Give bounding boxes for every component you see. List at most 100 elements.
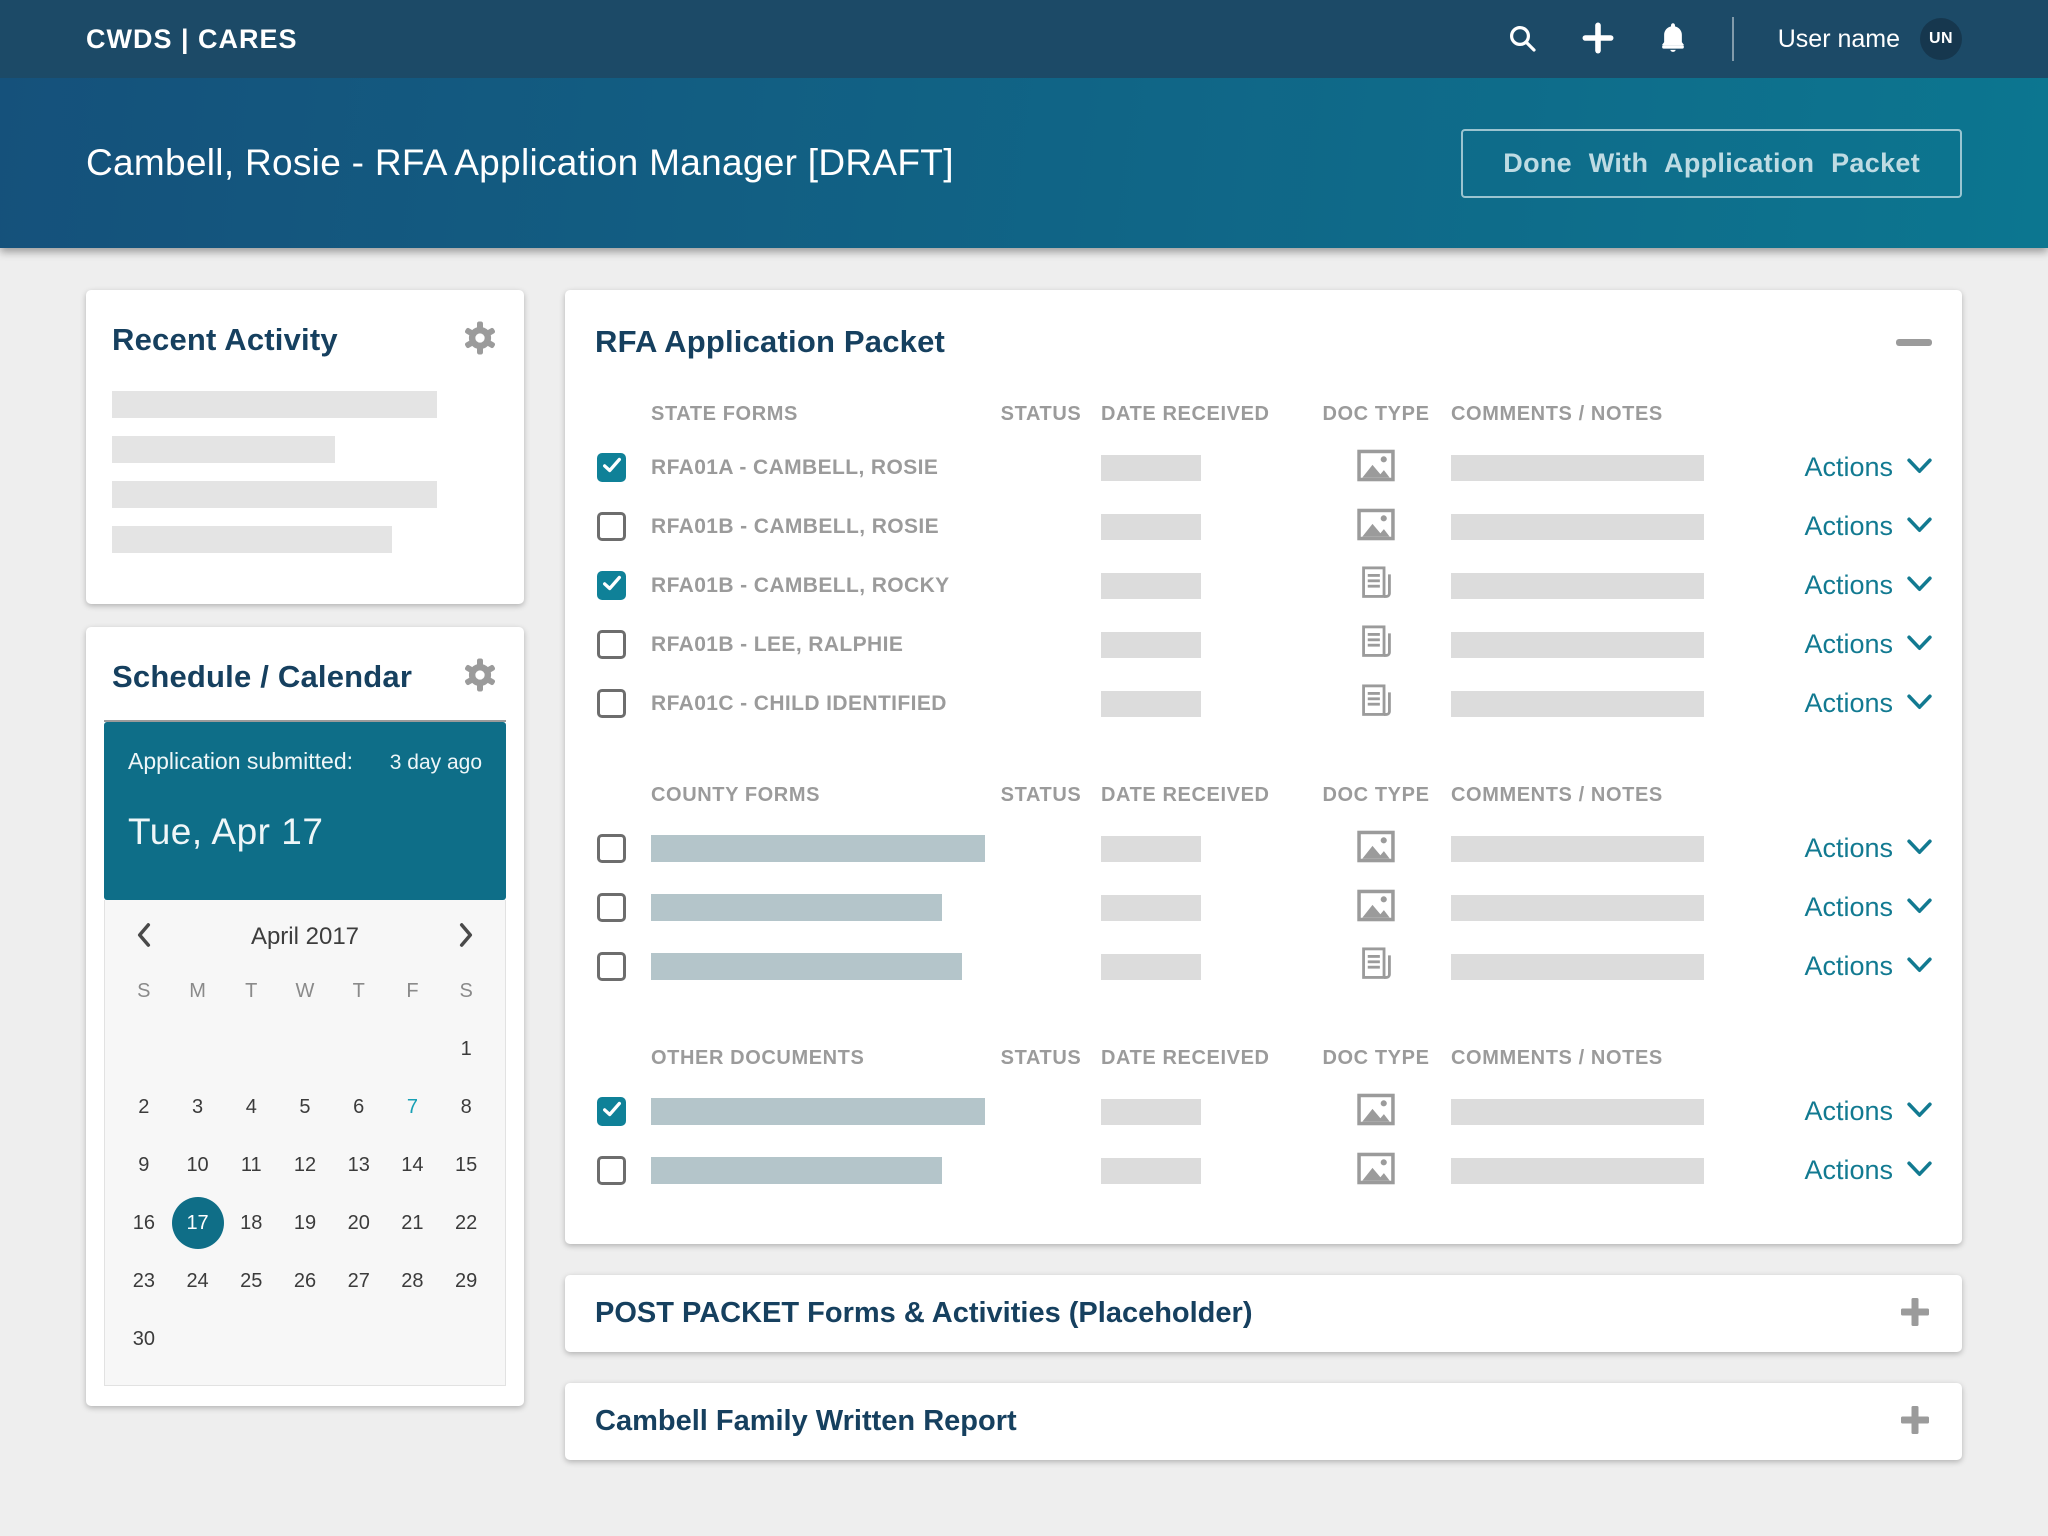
calendar-day[interactable]: 14	[386, 1139, 440, 1191]
calendar-day[interactable]: 13	[332, 1139, 386, 1191]
chevron-down-icon	[1907, 1161, 1932, 1180]
row-checkbox[interactable]	[597, 689, 626, 718]
calendar-day[interactable]: 1	[439, 1023, 493, 1075]
recent-activity-card: Recent Activity	[86, 290, 524, 604]
column-header-status: STATUS	[1000, 402, 1082, 425]
packet-section-header: STATE FORMS STATUS DATE RECEIVED DOC TYP…	[595, 390, 1932, 438]
calendar-next-button[interactable]	[457, 922, 475, 951]
actions-dropdown[interactable]: Actions	[1804, 629, 1932, 660]
calendar-day[interactable]: 5	[278, 1081, 332, 1133]
event-date: Tue, Apr 17	[128, 811, 324, 852]
calendar-empty-cell	[171, 1023, 225, 1075]
calendar-day[interactable]: 30	[117, 1313, 171, 1365]
actions-dropdown[interactable]: Actions	[1804, 511, 1932, 542]
user-menu[interactable]: User name UN	[1778, 18, 1962, 60]
calendar-day[interactable]: 16	[117, 1197, 171, 1249]
actions-dropdown[interactable]: Actions	[1804, 833, 1932, 864]
search-button[interactable]	[1506, 22, 1538, 57]
calendar-day[interactable]: 29	[439, 1255, 493, 1307]
calendar-prev-button[interactable]	[135, 922, 153, 951]
calendar-day[interactable]: 24	[171, 1255, 225, 1307]
comments-bar	[1451, 1098, 1704, 1125]
row-checkbox[interactable]	[597, 453, 626, 482]
actions-dropdown[interactable]: Actions	[1804, 892, 1932, 923]
actions-label: Actions	[1804, 688, 1893, 718]
calendar-day[interactable]: 23	[117, 1255, 171, 1307]
calendar-day[interactable]: 7	[386, 1081, 440, 1133]
calendar-day[interactable]: 6	[332, 1081, 386, 1133]
calendar-day[interactable]: 28	[386, 1255, 440, 1307]
done-with-application-packet-button[interactable]: Done With Application Packet	[1461, 128, 1962, 198]
calendar-day[interactable]: 12	[278, 1139, 332, 1191]
recent-activity-title: Recent Activity	[112, 321, 338, 357]
row-label: RFA01C - CHILD IDENTIFIED	[651, 691, 947, 715]
packet-row: RFA01B - CAMBELL, ROSIE Actions	[595, 497, 1932, 556]
app-logo: CWDS | CARES	[86, 23, 298, 54]
actions-dropdown[interactable]: Actions	[1804, 1096, 1932, 1127]
packet-section-header: OTHER DOCUMENTS STATUS DATE RECEIVED DOC…	[595, 1034, 1932, 1082]
packet-row: Actions	[595, 937, 1932, 996]
actions-dropdown[interactable]: Actions	[1804, 1155, 1932, 1186]
row-checkbox[interactable]	[597, 834, 626, 863]
notifications-button[interactable]	[1658, 22, 1688, 57]
row-checkbox[interactable]	[597, 571, 626, 600]
calendar-day[interactable]: 8	[439, 1081, 493, 1133]
date-received-bar	[1101, 894, 1201, 921]
calendar-day-header: S	[459, 979, 473, 1002]
actions-dropdown[interactable]: Actions	[1804, 688, 1932, 719]
actions-dropdown[interactable]: Actions	[1804, 951, 1932, 982]
checkmark-icon	[601, 1098, 623, 1125]
calendar-day[interactable]: 18	[224, 1197, 278, 1249]
row-checkbox[interactable]	[597, 893, 626, 922]
calendar-day[interactable]: 22	[439, 1197, 493, 1249]
row-checkbox[interactable]	[597, 952, 626, 981]
calendar-day[interactable]: 17	[171, 1197, 225, 1249]
packet-row: RFA01A - CAMBELL, ROSIE Actions	[595, 438, 1932, 497]
actions-label: Actions	[1804, 833, 1893, 863]
chevron-down-icon	[1907, 694, 1932, 713]
calendar-day[interactable]: 21	[386, 1197, 440, 1249]
calendar-day[interactable]: 9	[117, 1139, 171, 1191]
calendar-day[interactable]: 10	[171, 1139, 225, 1191]
bell-icon	[1658, 22, 1688, 57]
packet-table: STATE FORMS STATUS DATE RECEIVED DOC TYP…	[595, 390, 1932, 1200]
packet-row: RFA01B - LEE, RALPHIE Actions	[595, 615, 1932, 674]
actions-label: Actions	[1804, 892, 1893, 922]
column-header-date-received: DATE RECEIVED	[1101, 402, 1270, 425]
packet-row: RFA01B - CAMBELL, ROCKY Actions	[595, 556, 1932, 615]
row-checkbox[interactable]	[597, 512, 626, 541]
actions-label: Actions	[1804, 511, 1893, 541]
calendar-day[interactable]: 26	[278, 1255, 332, 1307]
date-received-bar	[1101, 454, 1201, 481]
calendar-grid: S M T W T F S 1 2 3 4 5 6 7 8 9 10 11 12 13 14 15 16 17 18 19 20 21…	[117, 965, 493, 1365]
calendar-day[interactable]: 27	[332, 1255, 386, 1307]
row-checkbox[interactable]	[597, 630, 626, 659]
column-header-comments: COMMENTS / NOTES	[1451, 402, 1663, 425]
calendar-day[interactable]: 25	[224, 1255, 278, 1307]
calendar-day[interactable]: 20	[332, 1197, 386, 1249]
add-button[interactable]	[1582, 22, 1614, 57]
actions-dropdown[interactable]: Actions	[1804, 570, 1932, 601]
collapse-minus-icon[interactable]	[1896, 338, 1932, 346]
row-checkbox[interactable]	[597, 1097, 626, 1126]
calendar-day[interactable]: 2	[117, 1081, 171, 1133]
chevron-down-icon	[1907, 839, 1932, 858]
calendar-day[interactable]: 3	[171, 1081, 225, 1133]
written-report-expand-button[interactable]	[1898, 1403, 1932, 1440]
column-header-status: STATUS	[1000, 783, 1082, 806]
calendar-day[interactable]: 4	[224, 1081, 278, 1133]
calendar-empty-cell	[278, 1313, 332, 1365]
calendar-day[interactable]: 11	[224, 1139, 278, 1191]
post-packet-expand-button[interactable]	[1898, 1295, 1932, 1332]
calendar-empty-cell	[278, 1023, 332, 1075]
calendar-day[interactable]: 19	[278, 1197, 332, 1249]
recent-activity-settings-button[interactable]	[462, 320, 498, 359]
schedule-settings-button[interactable]	[462, 657, 498, 696]
actions-dropdown[interactable]: Actions	[1804, 452, 1932, 483]
image-doc-icon	[1357, 508, 1395, 545]
row-checkbox[interactable]	[597, 1156, 626, 1185]
calendar-day[interactable]: 15	[439, 1139, 493, 1191]
document-doc-icon	[1361, 946, 1392, 986]
date-received-bar	[1101, 1098, 1201, 1125]
packet-row: Actions	[595, 878, 1932, 937]
